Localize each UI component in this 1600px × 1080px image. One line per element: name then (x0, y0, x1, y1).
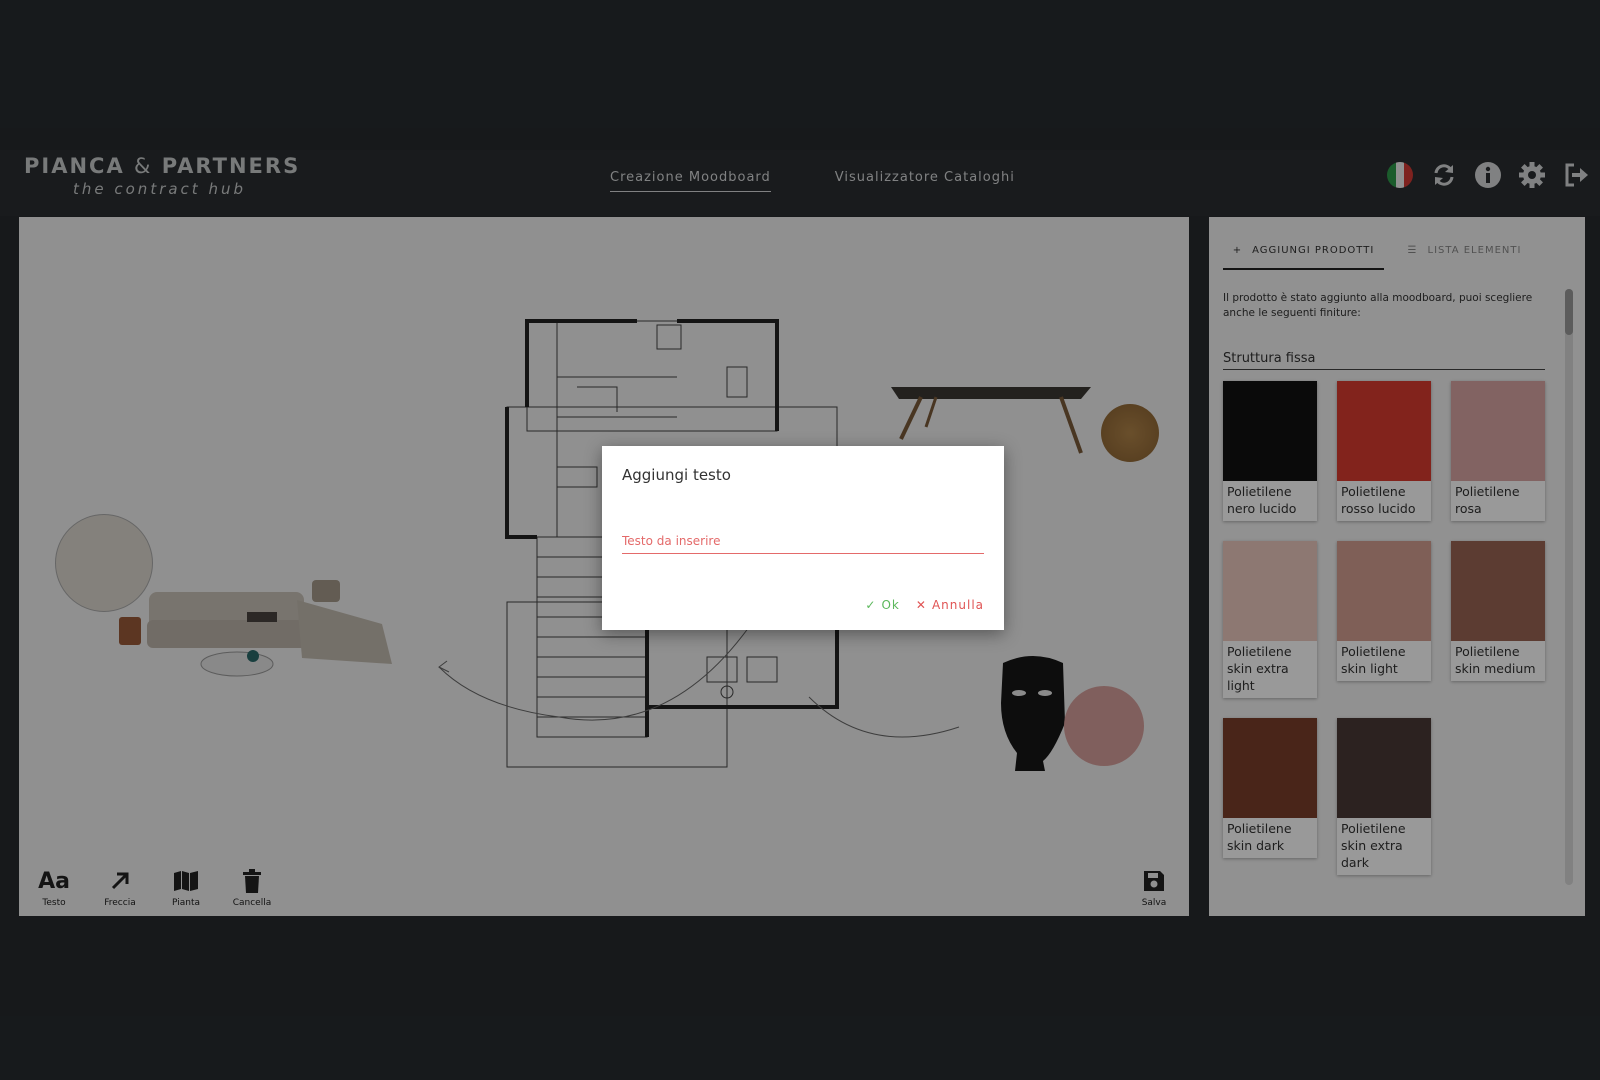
cancel-button[interactable]: ✕ Annulla (916, 598, 984, 612)
dialog-title: Aggiungi testo (622, 466, 731, 484)
check-icon: ✓ (865, 598, 877, 612)
ok-button[interactable]: ✓ Ok (865, 598, 899, 612)
text-input[interactable] (622, 528, 984, 554)
add-text-dialog: Aggiungi testo ✓ Ok ✕ Annulla (602, 446, 1004, 630)
dialog-actions: ✓ Ok ✕ Annulla (865, 598, 984, 612)
close-icon: ✕ (915, 598, 927, 612)
